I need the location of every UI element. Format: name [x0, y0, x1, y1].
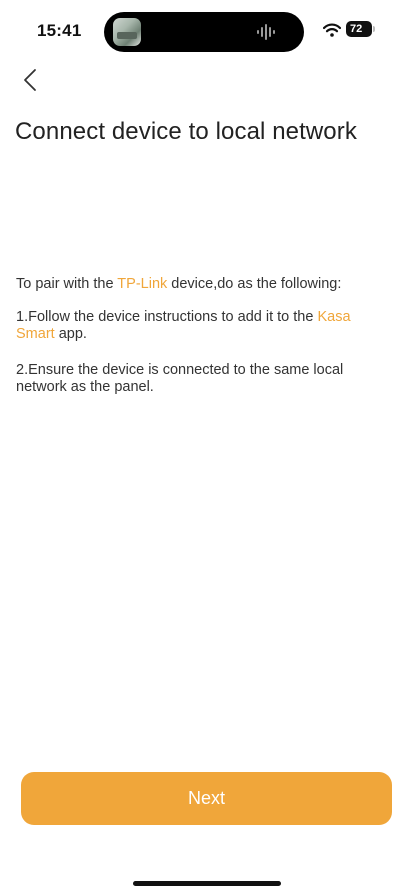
brand-link[interactable]: TP-Link [117, 276, 167, 292]
battery-level: 72 [350, 23, 363, 35]
step-1: 1.Follow the device instructions to add … [16, 309, 376, 343]
now-playing-thumbnail [113, 18, 141, 46]
step1-prefix: 1.Follow the device instructions to add … [16, 309, 318, 325]
intro-prefix: To pair with the [16, 276, 118, 292]
instructions: To pair with the TP-Link device,do as th… [16, 276, 376, 396]
back-button[interactable] [16, 66, 46, 96]
status-bar: 15:41 72 [0, 0, 413, 60]
wifi-icon [323, 23, 341, 37]
audio-waveform-icon [257, 24, 275, 40]
step1-suffix: app. [54, 326, 87, 342]
next-button[interactable]: Next [21, 772, 392, 825]
intro-text: To pair with the TP-Link device,do as th… [16, 276, 376, 293]
step-2: 2.Ensure the device is connected to the … [16, 362, 344, 395]
chevron-left-icon [24, 69, 36, 91]
battery-indicator: 72 [346, 21, 375, 37]
page-title: Connect device to local network [15, 118, 357, 145]
dynamic-island[interactable] [104, 12, 304, 52]
intro-suffix: device,do as the following: [167, 276, 342, 292]
home-indicator[interactable] [133, 881, 281, 886]
status-time: 15:41 [37, 21, 82, 40]
